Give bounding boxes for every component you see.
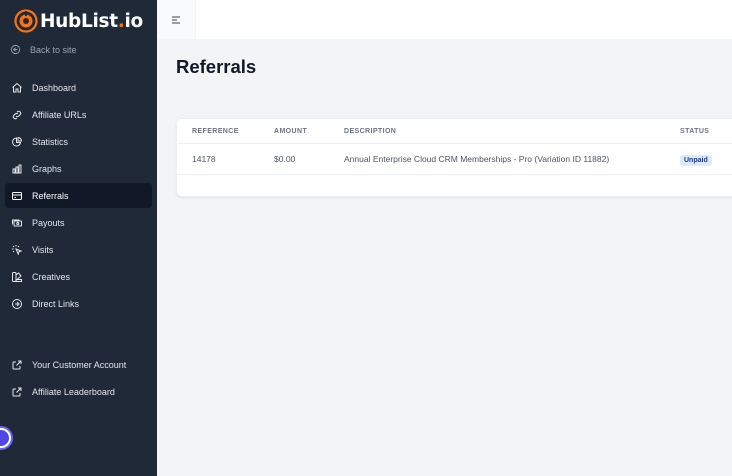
arrow-circle-right-icon bbox=[12, 298, 22, 309]
sidebar-item-label: Affiliate URLs bbox=[32, 109, 87, 120]
page-title: Referrals bbox=[176, 56, 257, 77]
sidebar-item-creatives[interactable]: Creatives bbox=[5, 264, 152, 289]
sidebar-item-dashboard[interactable]: Dashboard bbox=[5, 75, 152, 100]
sidebar: HubList.io Back to site Dashboard Affili… bbox=[0, 0, 157, 476]
sidebar-item-payouts[interactable]: Payouts bbox=[5, 210, 152, 235]
sidebar-item-affiliate-leaderboard[interactable]: Affiliate Leaderboard bbox=[5, 379, 152, 404]
table-header: REFERENCE AMOUNT DESCRIPTION STATUS bbox=[177, 119, 732, 144]
color-swatch-icon bbox=[12, 271, 22, 282]
logo-icon bbox=[14, 9, 38, 33]
sidebar-item-label: Affiliate Leaderboard bbox=[32, 386, 115, 397]
sidebar-item-label: Referrals bbox=[32, 190, 69, 201]
column-header-description: DESCRIPTION bbox=[344, 127, 397, 135]
brand-logo[interactable]: HubList.io bbox=[14, 9, 143, 33]
sidebar-item-graphs[interactable]: Graphs bbox=[5, 156, 152, 181]
sidebar-item-label: Statistics bbox=[32, 136, 69, 147]
sidebar-item-label: Dashboard bbox=[32, 82, 77, 93]
sidebar-item-label: Direct Links bbox=[32, 298, 80, 309]
referrals-table: REFERENCE AMOUNT DESCRIPTION STATUS 1417… bbox=[176, 118, 732, 197]
sidebar-item-label: Creatives bbox=[32, 271, 71, 282]
bar-chart-icon bbox=[12, 164, 22, 173]
sidebar-item-visits[interactable]: Visits bbox=[5, 237, 152, 262]
menu-alt-icon bbox=[172, 16, 180, 23]
arrow-circle-left-icon bbox=[10, 44, 21, 55]
status-badge: Unpaid bbox=[680, 155, 712, 166]
sidebar-secondary-nav: Your Customer Account Affiliate Leaderbo… bbox=[5, 352, 152, 406]
back-to-site-link[interactable]: Back to site bbox=[10, 44, 77, 55]
cell-status: Unpaid bbox=[680, 154, 712, 166]
cell-reference: 14178 bbox=[192, 154, 216, 164]
cell-description: Annual Enterprise Cloud CRM Memberships … bbox=[344, 154, 610, 164]
external-link-icon bbox=[12, 387, 22, 396]
sidebar-item-label: Your Customer Account bbox=[32, 359, 127, 370]
sidebar-item-referrals[interactable]: Referrals bbox=[5, 183, 152, 208]
home-icon bbox=[12, 82, 22, 92]
cursor-click-icon bbox=[12, 244, 23, 255]
pie-chart-icon bbox=[12, 136, 23, 146]
sidebar-item-label: Graphs bbox=[32, 163, 62, 174]
sidebar-item-label: Payouts bbox=[32, 217, 65, 228]
cell-amount: $0.00 bbox=[274, 154, 296, 164]
menu-toggle-button[interactable] bbox=[157, 0, 196, 39]
sidebar-item-statistics[interactable]: Statistics bbox=[5, 129, 152, 154]
sidebar-item-direct-links[interactable]: Direct Links bbox=[5, 291, 152, 316]
help-widget-button[interactable] bbox=[0, 428, 11, 448]
top-bar bbox=[157, 0, 732, 39]
sidebar-item-affiliate-urls[interactable]: Affiliate URLs bbox=[5, 102, 152, 127]
cash-icon bbox=[12, 219, 22, 226]
sidebar-item-label: Visits bbox=[32, 244, 54, 255]
link-icon bbox=[12, 110, 22, 119]
sidebar-item-customer-account[interactable]: Your Customer Account bbox=[5, 352, 152, 377]
column-header-status: STATUS bbox=[680, 127, 710, 135]
column-header-reference: REFERENCE bbox=[192, 127, 239, 135]
sidebar-nav: Dashboard Affiliate URLs Statistics Grap… bbox=[5, 75, 152, 318]
column-header-amount: AMOUNT bbox=[274, 127, 308, 135]
back-to-site-label: Back to site bbox=[30, 44, 77, 55]
brand-name: HubList.io bbox=[40, 10, 143, 32]
table-row: 14178 $0.00 Annual Enterprise Cloud CRM … bbox=[177, 144, 732, 175]
external-link-icon bbox=[12, 360, 22, 369]
credit-card-icon bbox=[12, 191, 22, 200]
